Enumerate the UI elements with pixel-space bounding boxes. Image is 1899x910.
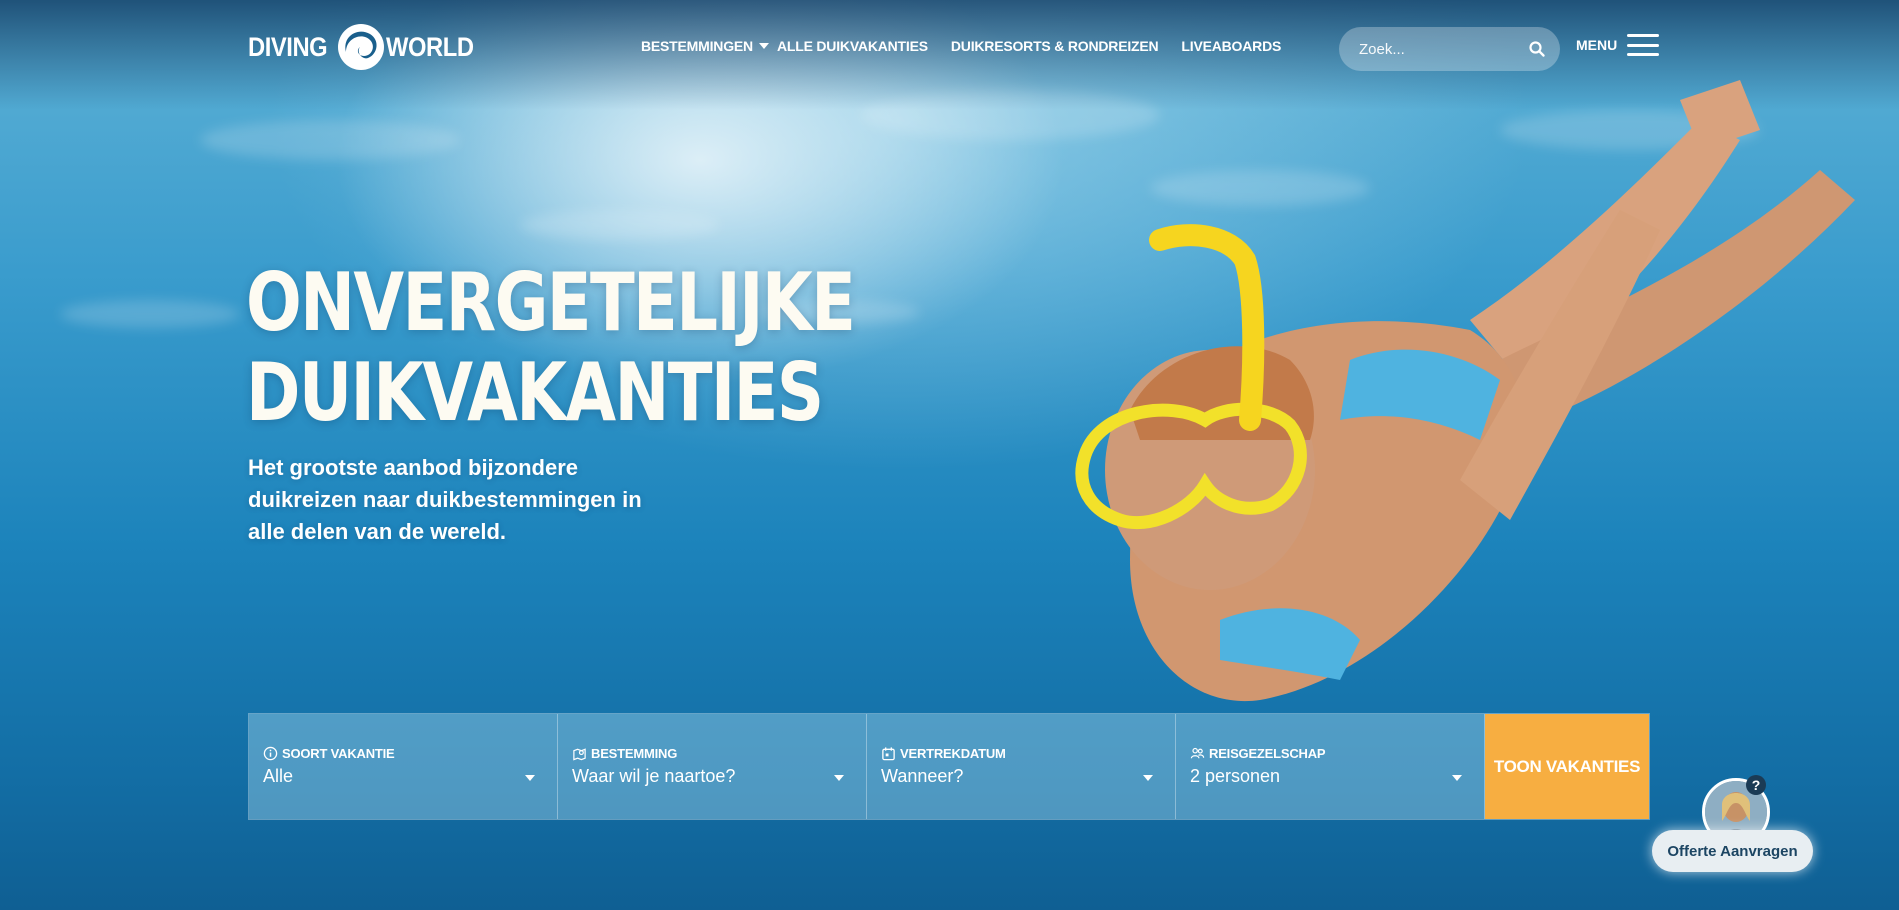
chevron-down-icon	[1452, 775, 1462, 781]
field-vertrekdatum[interactable]: VERTREKDATUM Wanneer?	[867, 714, 1176, 819]
field-label: SOORT VAKANTIE	[282, 746, 395, 761]
nav-label: ALLE DUIKVAKANTIES	[776, 38, 928, 54]
people-icon	[1190, 747, 1205, 759]
info-icon	[263, 746, 278, 761]
main-nav: BESTEMMINGEN ALLE DUIKVAKANTIES DUIKRESO…	[641, 38, 1281, 54]
field-value: Alle	[263, 766, 294, 786]
field-bestemming[interactable]: BESTEMMING Waar wil je naartoe?	[558, 714, 867, 819]
field-value: 2 personen	[1190, 766, 1281, 786]
field-label: REISGEZELSCHAP	[1209, 746, 1326, 761]
search-input[interactable]	[1357, 39, 1521, 59]
nav-label: BESTEMMINGEN	[641, 38, 753, 54]
nav-label: LIVEABOARDS	[1181, 38, 1282, 54]
field-label: BESTEMMING	[591, 746, 678, 761]
hamburger-icon	[1627, 34, 1660, 56]
nav-item-liveaboards[interactable]: LIVEABOARDS	[1181, 38, 1281, 54]
chevron-down-icon	[834, 775, 844, 781]
nav-label: DUIKRESORTS & RONDREIZEN	[950, 38, 1159, 54]
map-pin-icon	[573, 748, 586, 761]
snorkeler-illustration	[1075, 80, 1855, 702]
wave-logo-icon	[338, 24, 385, 70]
logo-text-right: WORLD	[386, 31, 474, 62]
search-icon[interactable]	[1528, 40, 1546, 58]
hero-subtitle: Het grootste aanbod bijzondere duikreize…	[248, 455, 642, 544]
request-quote-button[interactable]: Offerte Aanvragen	[1652, 830, 1813, 872]
nav-item-alle-duikvakanties[interactable]: ALLE DUIKVAKANTIES	[777, 38, 928, 54]
hero-title: ONVERGETELIJKE DUIKVAKANTIES	[246, 256, 856, 439]
field-reisgezelschap[interactable]: REISGEZELSCHAP 2 personen	[1176, 714, 1485, 819]
diving-world-logo[interactable]: DIVING WORLD	[248, 22, 486, 72]
hero-title-line2: DUIKVAKANTIES	[246, 346, 824, 439]
field-value: Wanneer?	[881, 766, 964, 786]
help-badge: ?	[1746, 775, 1766, 795]
chevron-down-icon	[525, 775, 535, 781]
calendar-icon	[882, 747, 895, 761]
menu-button[interactable]: MENU	[1576, 34, 1660, 56]
nav-item-bestemmingen[interactable]: BESTEMMINGEN	[641, 38, 777, 54]
menu-label: MENU	[1576, 37, 1618, 53]
site-header: DIVING WORLD BESTEMMINGEN ALLE DUIKVAKAN…	[0, 0, 1899, 96]
logo-text-left: DIVING	[248, 31, 328, 62]
field-value: Waar wil je naartoe?	[572, 766, 736, 786]
nav-item-duikresorts-rondreizen[interactable]: DUIKRESORTS & RONDREIZEN	[951, 38, 1159, 54]
chevron-down-icon	[1143, 775, 1153, 781]
hero-title-line1: ONVERGETELIJKE	[246, 256, 856, 349]
show-vacations-button[interactable]: TOON VAKANTIES	[1485, 714, 1649, 819]
vacation-finder: SOORT VAKANTIE Alle BESTEMMING Waar wil …	[248, 713, 1650, 820]
field-label: VERTREKDATUM	[900, 746, 1006, 761]
field-soort-vakantie[interactable]: SOORT VAKANTIE Alle	[249, 714, 558, 819]
chevron-down-icon	[758, 43, 769, 49]
search-box	[1339, 27, 1560, 71]
